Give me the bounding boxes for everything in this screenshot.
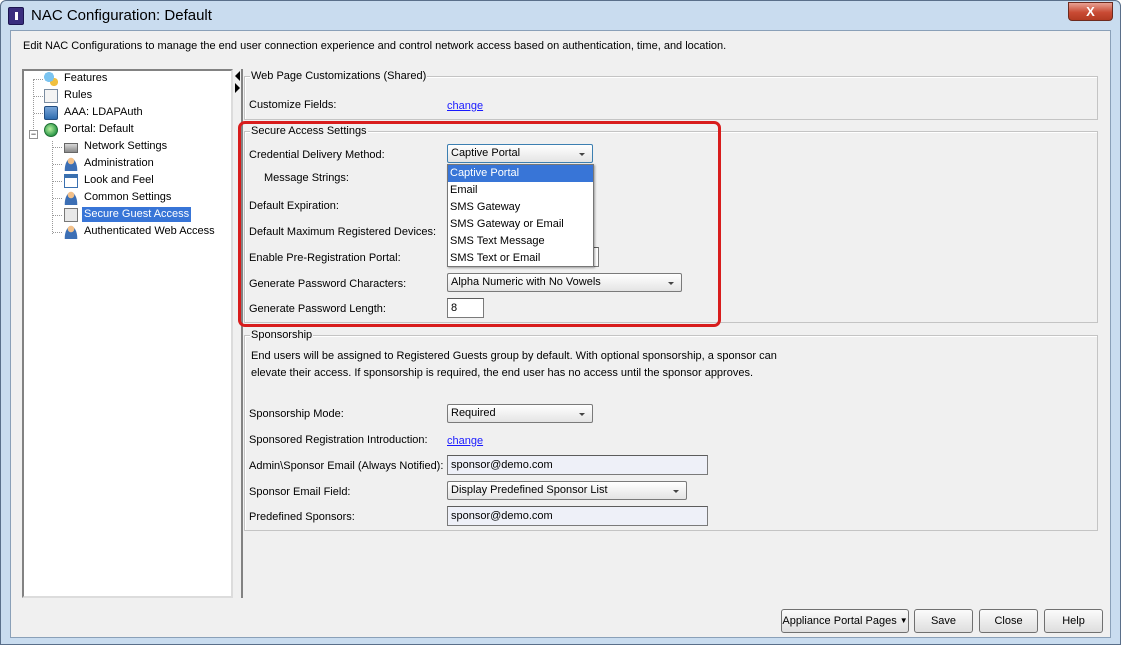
sponsorship-mode-value: Required bbox=[451, 407, 496, 419]
customize-fields-change-link[interactable]: change bbox=[447, 99, 483, 113]
sponsorship-mode-label: Sponsorship Mode: bbox=[249, 408, 344, 420]
look-feel-icon bbox=[64, 174, 78, 188]
highlight-annotation-box bbox=[238, 121, 721, 327]
admin-person-icon bbox=[64, 157, 78, 171]
admin-sponsor-email-input[interactable]: sponsor@demo.com bbox=[447, 455, 708, 475]
tree-item-label: Administration bbox=[84, 157, 154, 169]
sponsored-registration-intro-label: Sponsored Registration Introduction: bbox=[249, 434, 428, 446]
appliance-portal-pages-label: Appliance Portal Pages bbox=[782, 615, 897, 627]
appliance-portal-pages-button[interactable]: Appliance Portal Pages ▼ bbox=[781, 609, 909, 633]
collapse-left-arrow-icon[interactable] bbox=[235, 71, 240, 81]
tree-item-label: Authenticated Web Access bbox=[84, 225, 215, 237]
expand-right-arrow-icon[interactable] bbox=[235, 83, 240, 93]
app-icon bbox=[8, 7, 24, 25]
tree-item-label: Features bbox=[64, 72, 108, 84]
page-description: Edit NAC Configurations to manage the en… bbox=[23, 40, 727, 52]
close-button[interactable]: Close bbox=[979, 609, 1038, 633]
tree-item-label: Rules bbox=[64, 89, 93, 101]
auth-web-icon bbox=[64, 225, 78, 239]
sponsor-email-field-select[interactable]: Display Predefined Sponsor List bbox=[447, 481, 687, 500]
predefined-sponsors-label: Predefined Sponsors: bbox=[249, 511, 355, 523]
title-bar[interactable]: NAC Configuration: Default X bbox=[1, 1, 1120, 30]
window-close-button[interactable]: X bbox=[1068, 2, 1113, 21]
chevron-down-icon bbox=[673, 490, 679, 493]
features-icon bbox=[44, 72, 58, 86]
common-settings-icon bbox=[64, 191, 78, 205]
tree-item-label: Portal: Default bbox=[64, 123, 134, 135]
save-button[interactable]: Save bbox=[914, 609, 973, 633]
help-button[interactable]: Help bbox=[1044, 609, 1103, 633]
customize-fields-label: Customize Fields: bbox=[249, 99, 337, 111]
sponsored-registration-intro-change-link[interactable]: change bbox=[447, 434, 483, 448]
nac-configuration-window: NAC Configuration: Default X Edit NAC Co… bbox=[0, 0, 1121, 645]
tree-item-label: AAA: LDAPAuth bbox=[64, 106, 143, 118]
menu-caret-icon: ▼ bbox=[899, 616, 908, 626]
tree-item-label: Secure Guest Access bbox=[82, 207, 192, 222]
secure-guest-icon bbox=[64, 208, 78, 222]
network-icon bbox=[64, 143, 78, 153]
sponsorship-description-line-2: elevate their access. If sponsorship is … bbox=[251, 367, 754, 379]
chevron-down-icon bbox=[579, 413, 585, 416]
group-title: Sponsorship bbox=[250, 328, 314, 342]
sponsor-email-field-label: Sponsor Email Field: bbox=[249, 486, 351, 498]
admin-sponsor-email-label: Admin\Sponsor Email (Always Notified): bbox=[249, 460, 444, 472]
web-page-customizations-group: Web Page Customizations (Shared) bbox=[244, 69, 1098, 120]
rules-icon bbox=[44, 89, 58, 103]
sponsorship-mode-select[interactable]: Required bbox=[447, 404, 593, 423]
predefined-sponsors-input[interactable]: sponsor@demo.com bbox=[447, 506, 708, 526]
tree-item-label: Common Settings bbox=[84, 191, 172, 203]
globe-icon bbox=[44, 123, 58, 137]
tree-item-label: Look and Feel bbox=[84, 174, 154, 186]
tree-collapse-toggle[interactable]: − bbox=[29, 130, 38, 139]
window-title: NAC Configuration: Default bbox=[31, 7, 212, 24]
ldap-icon bbox=[44, 106, 58, 120]
sponsorship-description-line-1: End users will be assigned to Registered… bbox=[251, 350, 777, 362]
tree-item-label: Network Settings bbox=[84, 140, 168, 152]
navigation-tree: − Features Rules AAA: LDAPAuth Portal: D… bbox=[22, 69, 233, 598]
group-title: Web Page Customizations (Shared) bbox=[250, 69, 428, 83]
sponsor-email-field-value: Display Predefined Sponsor List bbox=[451, 484, 608, 496]
